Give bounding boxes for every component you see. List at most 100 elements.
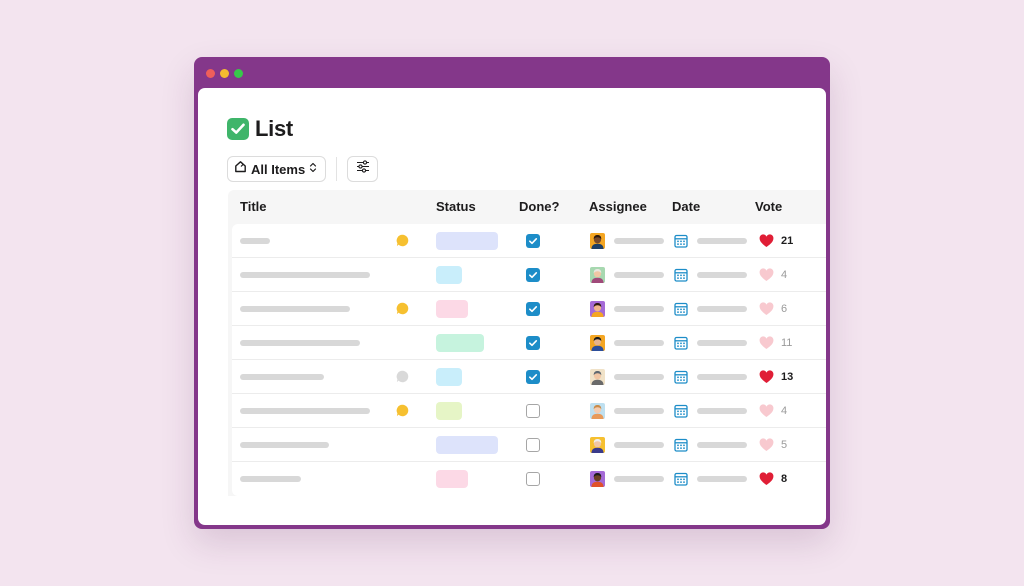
assignee-name-placeholder <box>614 374 664 380</box>
table-row[interactable]: 5 <box>232 428 826 462</box>
minimize-window-button[interactable] <box>220 69 229 78</box>
title-placeholder <box>240 238 270 244</box>
page-title: List <box>255 116 293 141</box>
calendar-icon[interactable] <box>674 472 688 486</box>
column-header-vote[interactable]: Vote <box>755 199 782 214</box>
calendar-icon[interactable] <box>674 370 688 384</box>
comment-icon[interactable] <box>396 302 409 315</box>
column-header-date[interactable]: Date <box>672 199 700 214</box>
table-row[interactable]: 6 <box>232 292 826 326</box>
title-placeholder <box>240 408 370 414</box>
maximize-window-button[interactable] <box>234 69 243 78</box>
column-header-title[interactable]: Title <box>240 199 267 214</box>
assignee-name-placeholder <box>614 340 664 346</box>
title-bar <box>194 57 830 88</box>
filter-button[interactable] <box>347 156 379 182</box>
table-row[interactable]: 21 <box>232 224 826 258</box>
sliders-icon <box>356 160 370 178</box>
vote-count: 4 <box>781 269 788 281</box>
status-tag[interactable] <box>436 470 468 488</box>
chevron-up-down-icon <box>309 160 317 178</box>
view-selector-label: All Items <box>251 161 306 177</box>
view-selector[interactable]: All Items <box>227 156 327 182</box>
done-checkbox[interactable] <box>526 404 540 418</box>
assignee-avatar[interactable] <box>590 437 605 453</box>
column-header-status[interactable]: Status <box>436 199 476 214</box>
heart-icon[interactable] <box>759 268 774 282</box>
done-checkbox[interactable] <box>526 370 540 384</box>
status-tag[interactable] <box>436 334 484 352</box>
heart-icon[interactable] <box>759 336 774 350</box>
table-row[interactable]: 4 <box>232 258 826 292</box>
assignee-name-placeholder <box>614 306 664 312</box>
assignee-avatar[interactable] <box>590 335 605 351</box>
assignee-name-placeholder <box>614 238 664 244</box>
date-placeholder <box>697 238 747 244</box>
close-window-button[interactable] <box>206 69 215 78</box>
heart-icon[interactable] <box>759 234 774 248</box>
vote-count: 6 <box>781 303 788 315</box>
table-body: 21 4 6 11 13 4 5 8 <box>232 224 826 496</box>
calendar-icon[interactable] <box>674 336 688 350</box>
heart-icon[interactable] <box>759 438 774 452</box>
table-row[interactable]: 11 <box>232 326 826 360</box>
status-tag[interactable] <box>436 436 498 454</box>
table-row[interactable]: 8 <box>232 462 826 496</box>
column-header-assignee[interactable]: Assignee <box>589 199 647 214</box>
assignee-avatar[interactable] <box>590 471 605 487</box>
done-checkbox[interactable] <box>526 336 540 350</box>
date-placeholder <box>697 374 747 380</box>
calendar-icon[interactable] <box>674 438 688 452</box>
heart-icon[interactable] <box>759 472 774 486</box>
done-checkbox[interactable] <box>526 302 540 316</box>
status-tag[interactable] <box>436 368 462 386</box>
table-row[interactable]: 13 <box>232 360 826 394</box>
title-placeholder <box>240 442 329 448</box>
title-placeholder <box>240 272 370 278</box>
calendar-icon[interactable] <box>674 234 688 248</box>
done-checkbox[interactable] <box>526 472 540 486</box>
calendar-icon[interactable] <box>674 268 688 282</box>
calendar-icon[interactable] <box>674 302 688 316</box>
vote-count: 11 <box>781 337 793 349</box>
assignee-name-placeholder <box>614 272 664 278</box>
comment-icon[interactable] <box>396 404 409 417</box>
heart-icon[interactable] <box>759 404 774 418</box>
status-tag[interactable] <box>436 402 462 420</box>
vote-count: 4 <box>781 405 788 417</box>
status-tag[interactable] <box>436 300 468 318</box>
done-checkbox[interactable] <box>526 268 540 282</box>
heart-icon[interactable] <box>759 302 774 316</box>
toolbar: All Items <box>227 156 379 182</box>
assignee-avatar[interactable] <box>590 267 605 283</box>
assignee-avatar[interactable] <box>590 233 605 249</box>
home-icon <box>234 160 247 178</box>
date-placeholder <box>697 340 747 346</box>
column-header-done[interactable]: Done? <box>519 199 559 214</box>
done-checkbox[interactable] <box>526 438 540 452</box>
comment-icon[interactable] <box>396 234 409 247</box>
list-content: List All Items Title Status Done? Assign… <box>198 88 826 525</box>
done-checkbox[interactable] <box>526 234 540 248</box>
assignee-avatar[interactable] <box>590 301 605 317</box>
status-tag[interactable] <box>436 266 462 284</box>
vote-count: 5 <box>781 439 788 451</box>
assignee-name-placeholder <box>614 408 664 414</box>
date-placeholder <box>697 272 747 278</box>
title-placeholder <box>240 476 301 482</box>
check-mark-icon <box>227 118 249 140</box>
comment-icon[interactable] <box>396 370 409 383</box>
toolbar-divider <box>336 157 338 181</box>
date-placeholder <box>697 476 747 482</box>
vote-count: 8 <box>781 473 788 485</box>
table-header: Title Status Done? Assignee Date Vote <box>228 190 826 224</box>
assignee-name-placeholder <box>614 442 664 448</box>
vote-count: 21 <box>781 235 794 247</box>
heart-icon[interactable] <box>759 370 774 384</box>
table-row[interactable]: 4 <box>232 394 826 428</box>
title-placeholder <box>240 306 350 312</box>
status-tag[interactable] <box>436 232 498 250</box>
calendar-icon[interactable] <box>674 404 688 418</box>
assignee-avatar[interactable] <box>590 403 605 419</box>
assignee-avatar[interactable] <box>590 369 605 385</box>
